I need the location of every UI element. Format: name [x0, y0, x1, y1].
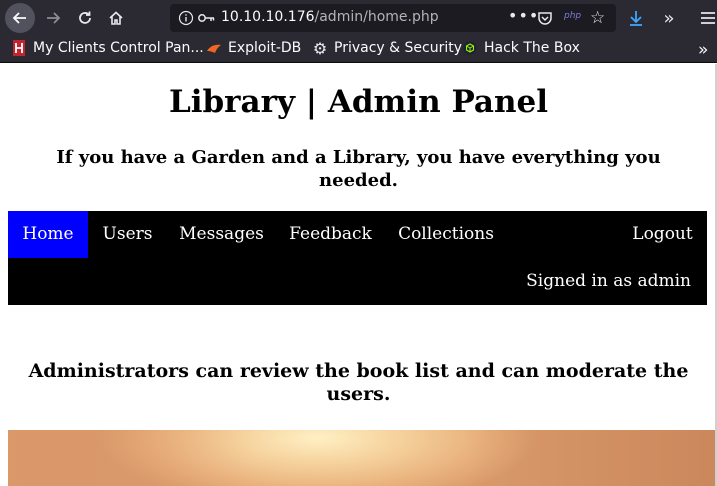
info-icon[interactable] [178, 10, 194, 26]
nav-messages[interactable]: Messages [167, 211, 276, 258]
back-button[interactable] [5, 3, 35, 33]
url-path: /admin/home.php [314, 9, 439, 25]
key-icon[interactable] [197, 11, 215, 25]
hero-image [8, 430, 715, 486]
page-description: Administrators can review the book list … [28, 360, 689, 405]
pocket-icon[interactable] [537, 10, 553, 26]
more-dots-icon[interactable]: ••• [508, 6, 539, 25]
hamburger-menu-icon [701, 12, 715, 24]
home-button[interactable] [101, 3, 131, 33]
nav-feedback[interactable]: Feedback [276, 211, 385, 258]
nav-logout[interactable]: Logout [618, 211, 707, 258]
bookmark-label: Privacy & Security [334, 40, 462, 56]
bookmark-hack-the-box[interactable]: Hack The Box [462, 40, 580, 56]
admin-navbar: Home Users Messages Feedback Collections… [8, 211, 707, 305]
download-icon [630, 11, 642, 26]
bookmark-label: My Clients Control Pan... [33, 40, 204, 56]
bookmarks-overflow-button[interactable]: » [698, 40, 708, 60]
signed-in-status: Signed in as admin [526, 271, 691, 291]
overflow-button[interactable]: » [655, 3, 683, 33]
exploit-db-icon [206, 40, 222, 56]
page-content: Library | Admin Panel If you have a Gard… [0, 64, 717, 486]
bookmark-label: Exploit-DB [228, 40, 302, 56]
download-button[interactable] [622, 3, 650, 33]
nav-collections[interactable]: Collections [385, 211, 507, 258]
php-badge: php [564, 11, 582, 21]
htb-cube-icon [462, 40, 478, 56]
nav-home[interactable]: Home [8, 211, 88, 258]
reload-icon [79, 11, 91, 24]
gear-icon: ⚙ [312, 38, 328, 58]
red-bookmark-icon [11, 40, 27, 56]
star-icon[interactable]: ☆ [590, 8, 605, 28]
nav-users[interactable]: Users [88, 211, 167, 258]
overflow-chevron-icon: » [698, 40, 709, 60]
menu-button[interactable] [694, 3, 717, 33]
page-subtitle: If you have a Garden and a Library, you … [56, 147, 661, 191]
bookmark-privacy-security[interactable]: ⚙ Privacy & Security [312, 38, 462, 58]
bookmark-label: Hack The Box [484, 40, 580, 56]
page-title: Library | Admin Panel [168, 84, 549, 120]
url-bar[interactable]: 10.10.10.176/admin/home.php ••• php ☆ [170, 4, 616, 32]
forward-arrow-icon [47, 12, 61, 24]
url-text[interactable]: 10.10.10.176/admin/home.php [221, 9, 439, 25]
home-icon [109, 11, 123, 25]
browser-toolbar: 10.10.10.176/admin/home.php ••• php ☆ » [0, 0, 717, 36]
reload-button[interactable] [70, 3, 100, 33]
bookmark-exploit-db[interactable]: Exploit-DB [206, 40, 301, 56]
forward-button[interactable] [38, 3, 68, 33]
overflow-chevron-icon: » [663, 7, 675, 29]
bookmark-clients-control-panel[interactable]: My Clients Control Pan... [11, 40, 204, 56]
url-host: 10.10.10.176 [221, 9, 315, 25]
bookmarks-bar: My Clients Control Pan... Exploit-DB ⚙ P… [0, 36, 717, 63]
back-arrow-icon [12, 12, 26, 24]
